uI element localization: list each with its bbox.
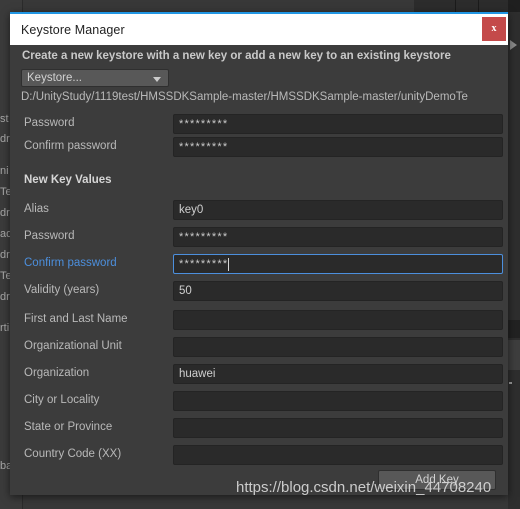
background-tab-divider	[455, 0, 456, 12]
validity-input[interactable]: 50	[173, 281, 503, 301]
alias-input[interactable]: key0	[173, 200, 503, 220]
close-button[interactable]: x	[482, 17, 506, 41]
background-panel-strip-b	[508, 340, 520, 370]
add-key-button[interactable]: Add Key	[378, 470, 496, 490]
field-value: *********	[179, 118, 229, 130]
field-label: Alias	[24, 203, 49, 215]
first-last-name-input[interactable]	[173, 310, 503, 330]
keystore-dropdown[interactable]: Keystore...	[21, 69, 169, 87]
keystore-manager-dialog: Keystore Manager x Create a new keystore…	[10, 12, 508, 495]
form-row-keystore-confirm-password: Confirm password *********	[10, 136, 508, 158]
play-arrow-icon	[510, 40, 517, 50]
field-label: Password	[24, 117, 75, 129]
dialog-title: Keystore Manager	[21, 22, 125, 37]
form-row-key-password: Password *********	[10, 226, 508, 248]
field-value: *********	[179, 258, 229, 270]
field-label: Confirm password	[24, 140, 117, 152]
dialog-titlebar: Keystore Manager x	[10, 14, 508, 45]
keystore-password-input[interactable]: *********	[173, 114, 503, 134]
organizational-unit-input[interactable]	[173, 337, 503, 357]
form-row-city-locality: City or Locality	[10, 390, 508, 412]
form-row-state-province: State or Province	[10, 417, 508, 439]
field-label: Country Code (XX)	[24, 448, 122, 460]
form-row-organization: Organization huawei	[10, 363, 508, 385]
state-province-input[interactable]	[173, 418, 503, 438]
close-icon: x	[491, 23, 497, 34]
field-label: Validity (years)	[24, 284, 100, 296]
new-key-values-heading: New Key Values	[24, 174, 112, 186]
keystore-path: D:/UnityStudy/1119test/HMSSDKSample-mast…	[21, 91, 468, 103]
field-value: *********	[179, 231, 229, 243]
keystore-dropdown-label: Keystore...	[27, 72, 82, 84]
country-code-input[interactable]	[173, 445, 503, 465]
form-row-first-last-name: First and Last Name	[10, 309, 508, 331]
add-key-button-label: Add Key	[415, 474, 459, 486]
background-top-tabs	[414, 0, 510, 12]
form-row-alias: Alias key0	[10, 199, 508, 221]
field-label: State or Province	[24, 421, 113, 433]
key-password-input[interactable]: *********	[173, 227, 503, 247]
field-value: huawei	[179, 368, 216, 380]
form-row-key-confirm-password: Confirm password *********	[10, 253, 508, 275]
field-label: Organizational Unit	[24, 340, 122, 352]
form-row-organizational-unit: Organizational Unit	[10, 336, 508, 358]
field-value: 50	[179, 285, 192, 297]
field-value: *********	[179, 141, 229, 153]
screen-root: st dr ni Te dr ad dr Te dr rti ba Keysto…	[0, 0, 520, 509]
form-row-country-code: Country Code (XX)	[10, 444, 508, 466]
field-label: City or Locality	[24, 394, 100, 406]
dialog-headline: Create a new keystore with a new key or …	[22, 50, 451, 62]
organization-input[interactable]: huawei	[173, 364, 503, 384]
background-right-corner	[508, 0, 520, 12]
form-row-keystore-password: Password *********	[10, 113, 508, 135]
background-right-strip	[508, 0, 520, 509]
field-label: Password	[24, 230, 75, 242]
keystore-confirm-password-input[interactable]: *********	[173, 137, 503, 157]
city-locality-input[interactable]	[173, 391, 503, 411]
key-confirm-password-input[interactable]: *********	[173, 254, 503, 274]
field-label: First and Last Name	[24, 313, 128, 325]
dialog-body: Create a new keystore with a new key or …	[10, 45, 508, 495]
background-tab-divider	[478, 0, 479, 12]
text-caret	[228, 257, 230, 271]
field-value: key0	[179, 204, 204, 216]
field-label: Organization	[24, 367, 90, 379]
background-panel-strip-a	[508, 320, 520, 338]
field-label: Confirm password	[24, 257, 117, 269]
background-tick-mark	[509, 382, 512, 384]
chevron-down-icon	[153, 77, 161, 82]
form-row-validity: Validity (years) 50	[10, 280, 508, 302]
